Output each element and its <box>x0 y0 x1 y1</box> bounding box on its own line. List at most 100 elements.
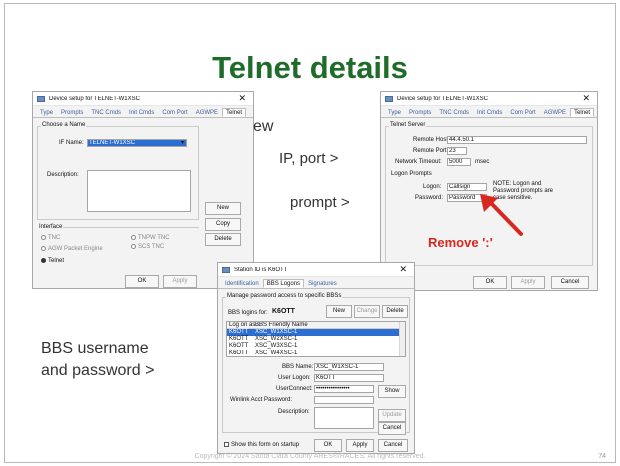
window-icon <box>385 95 393 102</box>
device-setup-dialog-right: Device setup for TELNET-W1XSC ✕ Type Pro… <box>380 91 598 291</box>
dropdown-arrow-icon[interactable]: ▾ <box>181 139 184 146</box>
if-name-select[interactable]: TELNET-W1XSC <box>87 139 187 147</box>
user-logon-input[interactable]: K6OTT <box>314 374 384 382</box>
delete-button[interactable]: Delete <box>382 305 408 318</box>
tab-identification[interactable]: Identification <box>221 279 263 288</box>
label-prompt: prompt > <box>290 194 350 211</box>
friendly-name-cell: XSC_W4XSC-1 <box>255 350 298 354</box>
station-id-dialog: Station ID is K6OTT ✕ Identification BBS… <box>217 262 415 454</box>
tab-prompts[interactable]: Prompts <box>405 108 435 117</box>
radio-tnc[interactable]: TNC <box>41 235 60 241</box>
label-line: and password > <box>41 362 155 379</box>
network-timeout-label: Network Timeout: <box>395 159 442 165</box>
logon-input[interactable]: Callsign <box>447 183 487 191</box>
tab-type[interactable]: Type <box>384 108 405 117</box>
bbs-logins-for-label: BBS logins for: <box>228 310 268 316</box>
tab-bbs-logons[interactable]: BBS Logons <box>262 279 305 288</box>
remote-host-input[interactable]: 44.4.50.1 <box>447 136 587 144</box>
group-label: Choose a Name <box>41 122 87 128</box>
tab-prompts[interactable]: Prompts <box>57 108 87 117</box>
list-item[interactable]: K6OTT XSC_W1XSC-1 <box>227 329 405 336</box>
list-scrollbar[interactable] <box>399 322 405 356</box>
new-button[interactable]: New <box>205 202 241 215</box>
delete-button[interactable]: Delete <box>205 233 241 246</box>
radio-agw-packet-engine[interactable]: AGW Packet Engine <box>41 246 103 252</box>
list-item[interactable]: K6OTT XSC_W4XSC-1 <box>227 350 405 354</box>
tab-init-cmds[interactable]: Init Cmds <box>473 108 506 117</box>
log-on-as-cell: K6OTT <box>229 343 249 349</box>
update-button[interactable]: Update <box>378 409 406 422</box>
title-bar: Device setup for TELNET-W1XSC ✕ <box>381 92 597 106</box>
copy-button[interactable]: Copy <box>205 218 241 231</box>
msec-label: msec <box>475 159 490 165</box>
description-label: Description: <box>278 409 310 415</box>
label-ip-port: IP, port > <box>279 150 339 167</box>
tab-agwpe[interactable]: AGWPE <box>192 108 222 117</box>
tab-com-port[interactable]: Com Port <box>506 108 539 117</box>
if-name-label: IF Name: <box>59 140 84 146</box>
copyright-footer: Copyright © 2024 Santa Clara County ARES… <box>194 453 426 460</box>
bbs-name-input[interactable]: XSC_W1XSC-1 <box>314 363 384 371</box>
radio-tnpw-tnc[interactable]: TNPW TNC <box>131 235 170 241</box>
friendly-name-cell: XSC_W1XSC-1 <box>255 329 298 335</box>
cancel-button[interactable]: Cancel <box>378 439 408 452</box>
tab-telnet[interactable]: Telnet <box>570 108 595 117</box>
description-textarea[interactable] <box>87 170 191 212</box>
tab-init-cmds[interactable]: Init Cmds <box>125 108 158 117</box>
checkbox-box <box>224 442 229 447</box>
bbs-list[interactable]: Log on as... BBS Friendly Name K6OTT XSC_W… <box>226 321 406 357</box>
change-button[interactable]: Change <box>354 305 380 318</box>
radio-telnet[interactable]: Telnet <box>41 258 64 264</box>
tab-type[interactable]: Type <box>36 108 57 117</box>
log-on-as-cell: K6OTT <box>229 329 249 335</box>
radio-scs-tnc[interactable]: SCS TNC <box>131 244 164 250</box>
winlink-password-label: Winlink Acct Password: <box>230 397 293 403</box>
network-timeout-input[interactable]: 5000 <box>447 158 471 166</box>
window-icon <box>222 266 230 273</box>
log-on-as-cell: K6OTT <box>229 336 249 342</box>
group-label: Manage password access to specific BBSs <box>226 293 343 299</box>
close-icon[interactable]: ✕ <box>579 93 593 104</box>
ok-button[interactable]: OK <box>314 439 342 452</box>
tab-com-port[interactable]: Com Port <box>158 108 191 117</box>
label-new: ew <box>253 118 274 135</box>
user-connect-label: UserConnect: <box>276 386 313 392</box>
title-bar: Device setup for TELNET-W1XSC ✕ <box>33 92 253 106</box>
window-title: Device setup for TELNET-W1XSC <box>49 95 140 102</box>
remove-annotation: Remove ':' <box>428 235 493 250</box>
new-button[interactable]: New <box>326 305 352 318</box>
description-textarea[interactable] <box>314 407 374 429</box>
tab-tnc-cmds[interactable]: TNC Cmds <box>435 108 473 117</box>
show-on-startup-checkbox[interactable]: Show this form on startup <box>224 442 299 448</box>
apply-button[interactable]: Apply <box>163 275 197 288</box>
apply-button[interactable]: Apply <box>511 276 545 289</box>
apply-button[interactable]: Apply <box>346 439 374 452</box>
column-header: Log on as... <box>229 322 261 328</box>
list-header: Log on as... BBS Friendly Name <box>227 322 405 329</box>
show-button[interactable]: Show <box>378 385 406 398</box>
tab-agwpe[interactable]: AGWPE <box>540 108 570 117</box>
user-connect-input[interactable]: •••••••••••••••• <box>314 385 374 393</box>
close-icon[interactable]: ✕ <box>235 93 249 104</box>
tab-signatures[interactable]: Signatures <box>304 279 341 288</box>
window-title: Device setup for TELNET-W1XSC <box>397 95 488 102</box>
title-bar: Station ID is K6OTT ✕ <box>218 263 414 277</box>
window-title: Station ID is K6OTT <box>234 266 288 273</box>
radio-label: AGW Packet Engine <box>48 246 103 252</box>
list-item[interactable]: K6OTT XSC_W2XSC-1 <box>227 336 405 343</box>
remote-port-input[interactable]: 23 <box>447 147 467 155</box>
ok-button[interactable]: OK <box>473 276 507 289</box>
ok-button[interactable]: OK <box>125 275 159 288</box>
cancel-button[interactable]: Cancel <box>551 276 589 289</box>
tab-telnet[interactable]: Telnet <box>222 108 247 117</box>
list-item[interactable]: K6OTT XSC_W3XSC-1 <box>227 343 405 350</box>
tab-tnc-cmds[interactable]: TNC Cmds <box>87 108 125 117</box>
log-on-as-cell: K6OTT <box>229 350 249 354</box>
winlink-password-input[interactable] <box>314 396 374 404</box>
close-icon[interactable]: ✕ <box>396 264 410 275</box>
radio-label: SCS TNC <box>138 244 165 250</box>
cancel-inner-button[interactable]: Cancel <box>378 422 406 435</box>
label-line: BBS username <box>41 340 149 357</box>
password-label: Password: <box>415 195 444 201</box>
annotation-arrow <box>480 194 523 236</box>
